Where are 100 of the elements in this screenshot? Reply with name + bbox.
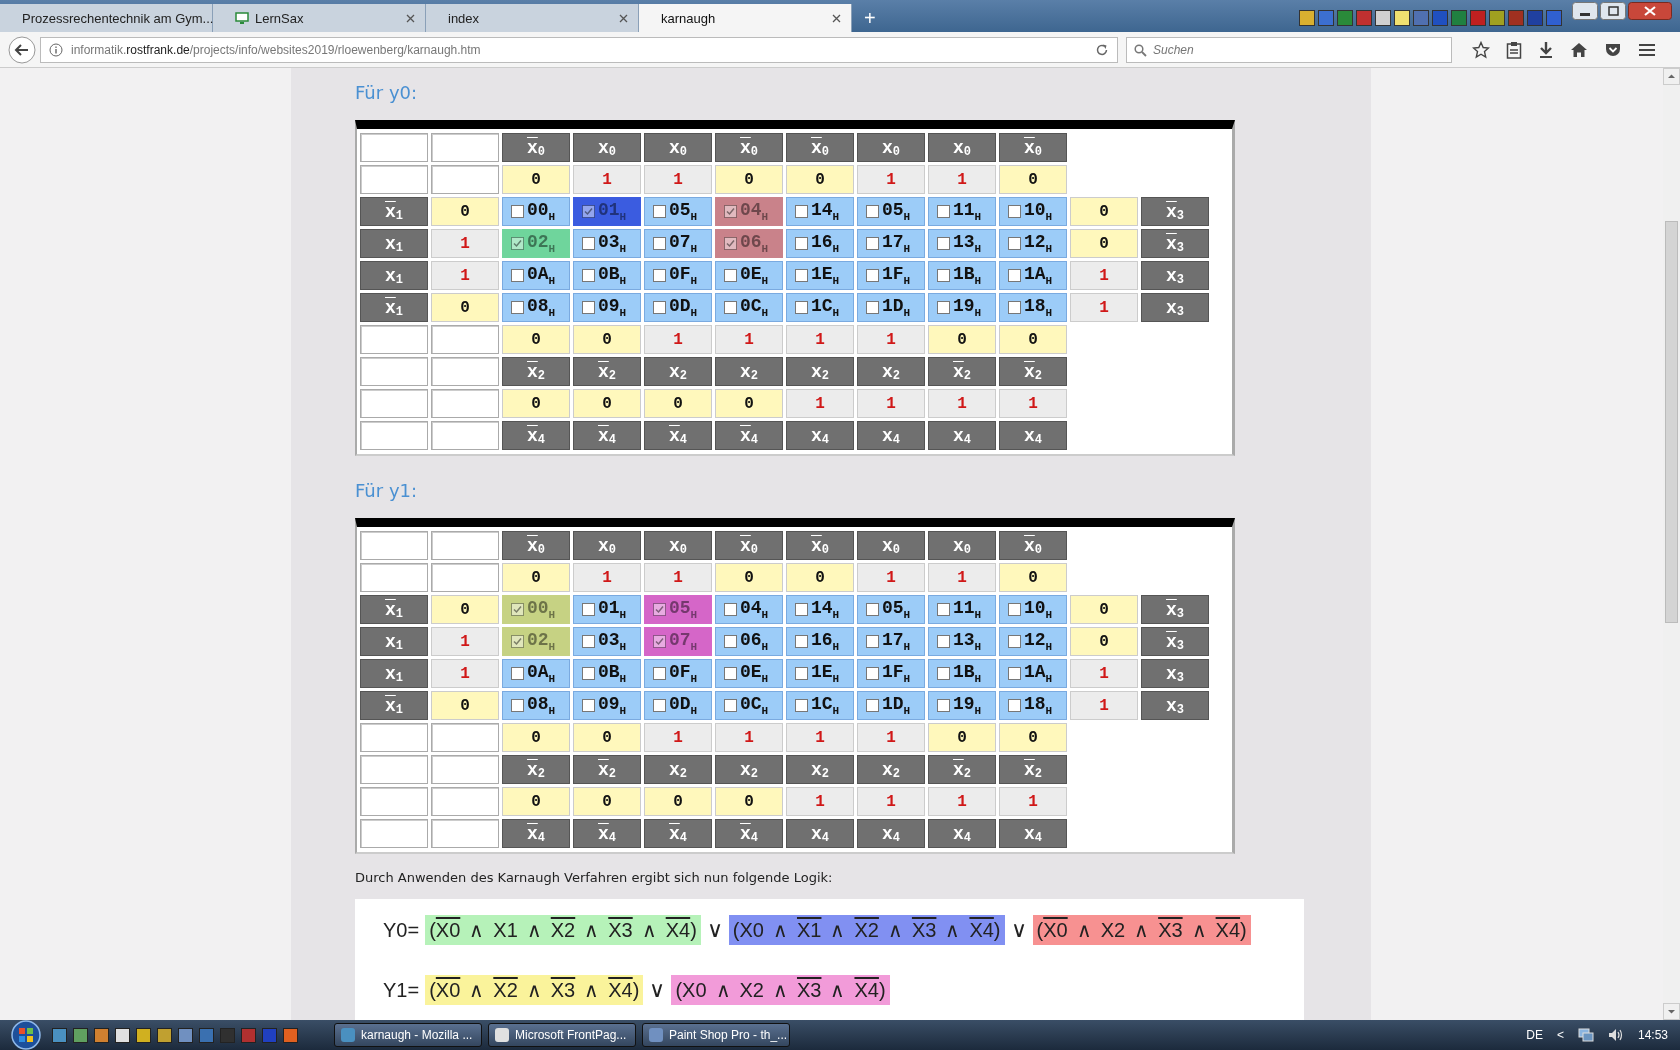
checkbox[interactable] bbox=[653, 301, 666, 314]
browser-tab[interactable]: karnaugh bbox=[639, 4, 852, 32]
checkbox[interactable] bbox=[653, 667, 666, 680]
checkbox[interactable] bbox=[724, 301, 737, 314]
checkbox[interactable] bbox=[582, 635, 595, 648]
close-icon[interactable] bbox=[1628, 2, 1672, 20]
taskbar-button[interactable]: Paint Shop Pro - th_... bbox=[642, 1023, 790, 1047]
app-icon[interactable] bbox=[1375, 10, 1391, 26]
app-icon[interactable] bbox=[115, 1027, 130, 1043]
checkbox[interactable] bbox=[1008, 269, 1021, 282]
browser-tab[interactable]: LernSax bbox=[213, 4, 426, 32]
browser-tab[interactable]: index bbox=[426, 4, 639, 32]
tray-expand-button[interactable]: < bbox=[1556, 1028, 1564, 1042]
checkbox[interactable] bbox=[724, 699, 737, 712]
language-indicator[interactable]: DE bbox=[1526, 1028, 1543, 1042]
checkbox[interactable] bbox=[866, 301, 879, 314]
scroll-up-icon[interactable] bbox=[1663, 68, 1680, 85]
checkbox[interactable] bbox=[937, 237, 950, 250]
app-icon[interactable] bbox=[73, 1027, 88, 1043]
checkbox[interactable] bbox=[1008, 301, 1021, 314]
checkbox[interactable] bbox=[724, 269, 737, 282]
checkbox[interactable] bbox=[653, 237, 666, 250]
minimize-icon[interactable] bbox=[1572, 2, 1598, 20]
cell-label: 1A$_{H}$ bbox=[1024, 264, 1053, 287]
checkbox[interactable] bbox=[866, 667, 879, 680]
checkbox[interactable] bbox=[582, 603, 595, 616]
checkbox[interactable] bbox=[795, 635, 808, 648]
checkbox[interactable] bbox=[937, 667, 950, 680]
checkbox[interactable] bbox=[653, 699, 666, 712]
search-field[interactable]: Suchen bbox=[1126, 36, 1452, 63]
checkbox[interactable] bbox=[511, 699, 524, 712]
checkbox[interactable] bbox=[795, 603, 808, 616]
close-icon[interactable] bbox=[832, 13, 841, 23]
checkbox[interactable] bbox=[795, 237, 808, 250]
pocket-icon[interactable] bbox=[1604, 41, 1622, 58]
checkbox[interactable] bbox=[1008, 699, 1021, 712]
checkbox[interactable] bbox=[937, 699, 950, 712]
checkbox[interactable] bbox=[1008, 205, 1021, 218]
app-icon[interactable] bbox=[94, 1027, 109, 1043]
checkbox[interactable] bbox=[1008, 635, 1021, 648]
scrollbar[interactable] bbox=[1663, 68, 1680, 1020]
checkbox[interactable] bbox=[795, 699, 808, 712]
taskbar-button[interactable]: Microsoft FrontPag... bbox=[488, 1023, 636, 1047]
app-icon[interactable] bbox=[157, 1027, 172, 1043]
checkbox[interactable] bbox=[866, 237, 879, 250]
network-icon[interactable] bbox=[1577, 1028, 1594, 1042]
checkbox[interactable] bbox=[582, 301, 595, 314]
checkbox[interactable] bbox=[1008, 237, 1021, 250]
checkbox[interactable] bbox=[937, 301, 950, 314]
checkbox[interactable] bbox=[724, 667, 737, 680]
checkbox[interactable] bbox=[582, 699, 595, 712]
checkbox[interactable] bbox=[1008, 603, 1021, 616]
checkbox[interactable] bbox=[795, 667, 808, 680]
clock[interactable]: 14:53 bbox=[1637, 1028, 1668, 1042]
checkbox[interactable] bbox=[724, 603, 737, 616]
app-icon[interactable] bbox=[1299, 10, 1315, 26]
checkbox[interactable] bbox=[937, 269, 950, 282]
speaker-icon[interactable] bbox=[1607, 1028, 1624, 1042]
checkbox[interactable] bbox=[1008, 667, 1021, 680]
app-icon[interactable] bbox=[1394, 10, 1410, 26]
checkbox[interactable] bbox=[795, 301, 808, 314]
checkbox[interactable] bbox=[511, 269, 524, 282]
home-icon[interactable] bbox=[1570, 41, 1588, 58]
checkbox[interactable] bbox=[937, 635, 950, 648]
checkbox[interactable] bbox=[795, 205, 808, 218]
star-icon[interactable] bbox=[1472, 40, 1490, 59]
checkbox[interactable] bbox=[511, 301, 524, 314]
taskbar-button[interactable]: karnaugh - Mozilla ... bbox=[334, 1023, 482, 1047]
app-icon[interactable] bbox=[178, 1027, 193, 1043]
checkbox[interactable] bbox=[866, 205, 879, 218]
checkbox[interactable] bbox=[582, 237, 595, 250]
back-button[interactable] bbox=[8, 35, 36, 64]
url-field[interactable]: informatik.rostfrank.de/projects/info/websites2019/rloewenberg/karnaugh.htm bbox=[40, 36, 1118, 63]
checkbox[interactable] bbox=[866, 603, 879, 616]
checkbox[interactable] bbox=[866, 635, 879, 648]
download-icon[interactable] bbox=[1538, 40, 1554, 59]
checkbox[interactable] bbox=[511, 667, 524, 680]
checkbox[interactable] bbox=[937, 603, 950, 616]
app-icon[interactable] bbox=[136, 1027, 151, 1043]
checkbox[interactable] bbox=[866, 269, 879, 282]
scroll-thumb[interactable] bbox=[1665, 221, 1678, 623]
maximize-icon[interactable] bbox=[1600, 2, 1626, 20]
checkbox[interactable] bbox=[582, 667, 595, 680]
checkbox[interactable] bbox=[795, 269, 808, 282]
checkbox[interactable] bbox=[866, 699, 879, 712]
reload-icon[interactable] bbox=[1095, 42, 1109, 57]
checkbox[interactable] bbox=[653, 269, 666, 282]
checkbox[interactable] bbox=[582, 269, 595, 282]
close-icon[interactable] bbox=[619, 13, 628, 23]
checkbox[interactable] bbox=[511, 205, 524, 218]
menu-icon[interactable] bbox=[1638, 41, 1656, 58]
checkbox[interactable] bbox=[653, 205, 666, 218]
checkbox[interactable] bbox=[937, 205, 950, 218]
close-icon[interactable] bbox=[406, 13, 415, 23]
checkbox[interactable] bbox=[724, 635, 737, 648]
new-tab-button[interactable]: + bbox=[864, 7, 876, 29]
scroll-down-icon[interactable] bbox=[1663, 1003, 1680, 1020]
clipboard-icon[interactable] bbox=[1506, 40, 1522, 59]
browser-tab[interactable]: Prozessrechentechnik am Gym... bbox=[0, 4, 213, 32]
info-icon[interactable] bbox=[49, 42, 63, 57]
